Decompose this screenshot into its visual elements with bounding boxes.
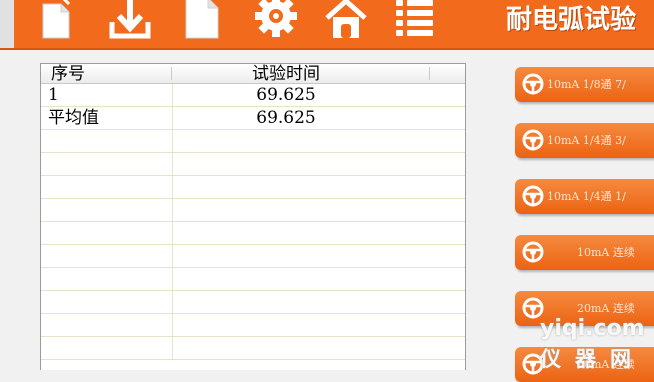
app-title: 耐电弧试验 xyxy=(506,5,637,35)
toolbar-edge xyxy=(0,0,14,48)
cell-test-time xyxy=(173,130,399,152)
test-mode-button[interactable]: 10mA 1/8通 7/ xyxy=(515,67,654,102)
cell-test-time: 69.625 xyxy=(256,108,316,128)
watermark-text: yiqi.com xyxy=(540,316,645,341)
test-mode-button-label: 10mA 1/4通 3/ xyxy=(547,134,626,147)
test-mode-button[interactable]: 10mA 连续 xyxy=(515,235,654,270)
test-mode-button-label: 10mA 连续 xyxy=(577,246,635,259)
test-mode-button-label: 10mA 1/8通 7/ xyxy=(547,78,626,91)
table-row[interactable] xyxy=(41,337,465,360)
top-toolbar: 耐电弧试验 xyxy=(0,0,654,50)
table-header: 序号 试验时间 xyxy=(41,64,465,84)
cell-index: 1 xyxy=(48,85,59,105)
table-row[interactable] xyxy=(41,314,465,337)
results-table[interactable]: 序号 试验时间 1 69.625 平均值 69.625 xyxy=(40,63,466,370)
column-header-test-time[interactable]: 试验时间 xyxy=(173,64,399,84)
home-icon[interactable] xyxy=(324,0,368,40)
cell-test-time xyxy=(173,199,399,221)
steering-wheel-icon xyxy=(522,185,544,207)
document-icon[interactable] xyxy=(180,0,224,40)
cell-test-time xyxy=(173,222,399,244)
column-header-index[interactable]: 序号 xyxy=(51,64,85,84)
steering-wheel-icon xyxy=(522,129,544,151)
test-mode-button[interactable]: 10mA 1/4通 1/ xyxy=(515,179,654,214)
table-row[interactable]: 平均值 69.625 xyxy=(41,107,465,130)
cell-test-time xyxy=(173,176,399,198)
column-divider[interactable] xyxy=(171,67,172,80)
table-row[interactable] xyxy=(41,130,465,153)
test-mode-button[interactable]: 10mA 1/4通 3/ xyxy=(515,123,654,158)
list-icon[interactable] xyxy=(393,0,437,40)
table-body: 1 69.625 平均值 69.625 xyxy=(41,84,465,360)
table-row[interactable] xyxy=(41,222,465,245)
cell-test-time xyxy=(173,268,399,290)
cell-test-time xyxy=(173,245,399,267)
steering-wheel-icon xyxy=(522,73,544,95)
cell-test-time: 69.625 xyxy=(256,85,316,105)
table-row[interactable] xyxy=(41,176,465,199)
table-row[interactable] xyxy=(41,268,465,291)
column-divider[interactable] xyxy=(429,67,430,80)
cell-test-time xyxy=(173,153,399,175)
download-icon[interactable] xyxy=(108,0,152,40)
table-row[interactable] xyxy=(41,199,465,222)
cell-test-time xyxy=(173,337,399,359)
gear-icon[interactable] xyxy=(254,0,298,40)
table-row[interactable] xyxy=(41,153,465,176)
cell-test-time xyxy=(173,314,399,336)
copy-file-icon[interactable] xyxy=(38,0,82,40)
table-row[interactable]: 1 69.625 xyxy=(41,84,465,107)
cell-test-time xyxy=(173,291,399,313)
table-row[interactable] xyxy=(41,291,465,314)
test-mode-button-label: 10mA 1/4通 1/ xyxy=(547,190,626,203)
cell-index: 平均值 xyxy=(48,108,99,128)
table-row[interactable] xyxy=(41,245,465,268)
steering-wheel-icon xyxy=(522,241,544,263)
